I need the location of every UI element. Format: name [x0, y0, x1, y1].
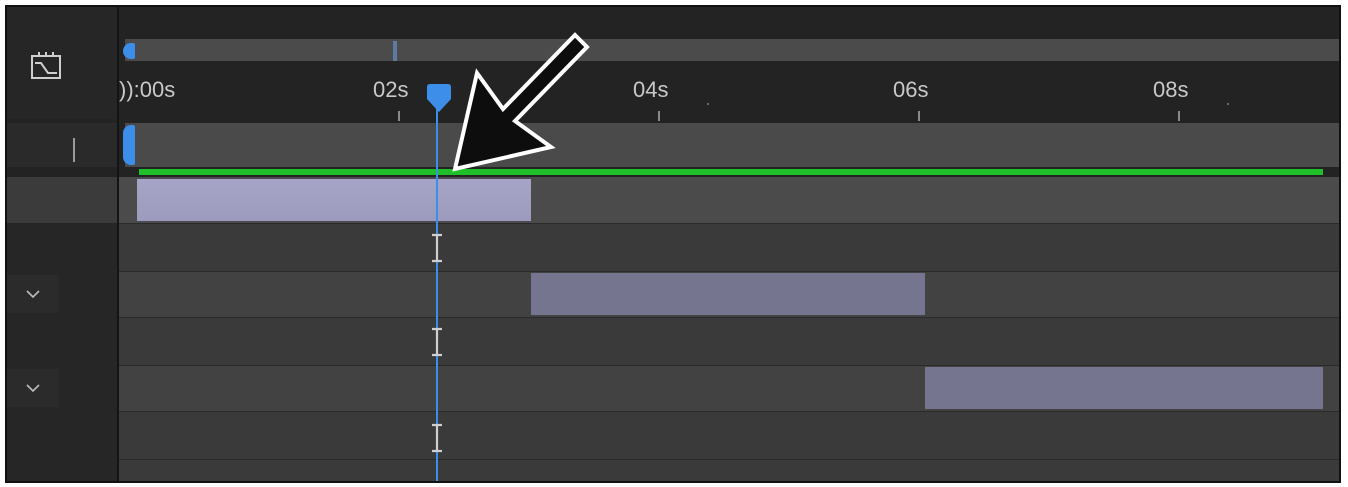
work-area-bar[interactable]: [125, 123, 1339, 167]
track-row-5[interactable]: [119, 365, 1339, 411]
ruler-label-6s: 06s: [893, 77, 929, 102]
ruler-subtick: [707, 103, 709, 105]
track-row-1[interactable]: [119, 177, 1339, 223]
layer-row-6-label: [7, 411, 117, 481]
layer-collapse-toggle-1[interactable]: [7, 275, 59, 313]
ruler-label-2s: 02s: [373, 77, 409, 102]
ruler-subtick: [1227, 103, 1229, 105]
track-row-2[interactable]: [119, 223, 1339, 271]
track-row-6[interactable]: [119, 411, 1339, 481]
layer-bar-marker: [73, 138, 75, 162]
layer-clip-1[interactable]: [137, 179, 531, 221]
row-separator: [119, 223, 1339, 224]
ruler-tick-8s: [1178, 111, 1180, 121]
ruler-tick-4s: [658, 111, 660, 121]
track-row-3[interactable]: [119, 271, 1339, 317]
render-work-area-line: [139, 169, 1323, 175]
ruler-label-0: )):00s: [119, 77, 176, 102]
layer-row-1-label[interactable]: [7, 177, 117, 223]
row-separator: [119, 459, 1339, 460]
ruler-tick-2s: [398, 111, 400, 121]
graph-editor-icon[interactable]: [29, 51, 63, 81]
row-separator: [119, 365, 1339, 366]
navigator-current-marker: [393, 41, 397, 61]
chevron-down-icon: [26, 384, 40, 392]
ruler-tick-6s: [918, 111, 920, 121]
work-area-row-label: [7, 123, 117, 167]
row-separator: [119, 317, 1339, 318]
track-row-4[interactable]: [119, 317, 1339, 365]
navigator-start-handle[interactable]: [123, 43, 135, 59]
row-separator: [119, 411, 1339, 412]
ibeam-marker-icon[interactable]: [430, 423, 444, 453]
ruler-label-4s: 04s: [633, 77, 669, 102]
time-navigator-bar[interactable]: [125, 39, 1339, 61]
ibeam-marker-icon[interactable]: [430, 327, 444, 357]
ibeam-marker-icon[interactable]: [430, 233, 444, 263]
chevron-down-icon: [26, 290, 40, 298]
layer-collapse-toggle-2[interactable]: [7, 369, 59, 407]
work-area-start-handle[interactable]: [123, 125, 135, 165]
layer-row-2-label: [7, 223, 117, 271]
layer-clip-2[interactable]: [531, 273, 925, 315]
layer-row-4-label: [7, 317, 117, 365]
layer-clip-3[interactable]: [925, 367, 1323, 409]
ruler-label-8s: 08s: [1153, 77, 1189, 102]
timeline-panel: )):00s 02s 04s 06s 08s: [5, 5, 1341, 483]
pointer-arrow-icon: [452, 32, 590, 172]
row-separator: [119, 271, 1339, 272]
